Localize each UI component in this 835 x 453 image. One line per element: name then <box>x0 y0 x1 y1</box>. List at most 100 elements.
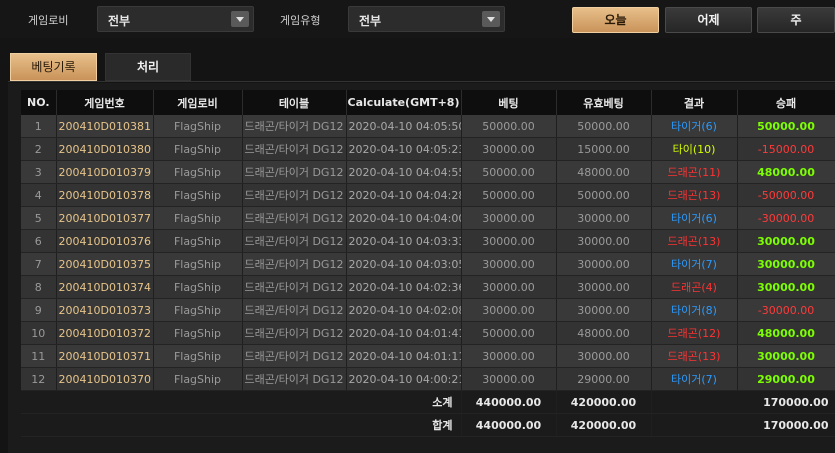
row-no: 3 <box>21 160 57 184</box>
subtotal-winloss: 170000.00 <box>651 390 835 414</box>
col-header-valid-bet: 유효베팅 <box>556 90 652 115</box>
row-time: 2020-04-10 04:05:50 <box>346 115 462 138</box>
row-table-name: 드래곤/타이거 DG12 <box>242 367 347 391</box>
row-valid-bet: 50000.00 <box>556 115 652 138</box>
row-winloss: 48000.00 <box>737 321 835 345</box>
subtotal-row: 소계 440000.00 420000.00 170000.00 <box>21 390 835 414</box>
row-lobby: FlagShip <box>153 344 243 368</box>
row-table-name: 드래곤/타이거 DG12 <box>242 252 347 276</box>
row-valid-bet: 15000.00 <box>556 137 652 161</box>
col-header-time: Calculate(GMT+8) <box>346 90 462 115</box>
row-game-id: 200410D010372 <box>56 321 154 345</box>
row-result: 타이거(7) <box>651 252 738 276</box>
table-row: 2 200410D010380 FlagShip 드래곤/타이거 DG12 2020-0… <box>21 137 835 161</box>
filter-bar: 게임로비 전부 게임유형 전부 오늘 어제 주 <box>0 0 835 38</box>
row-bet: 30000.00 <box>461 344 557 368</box>
row-table-name: 드래곤/타이거 DG12 <box>242 229 347 253</box>
row-lobby: FlagShip <box>153 206 243 230</box>
row-time: 2020-04-10 04:02:08 <box>346 298 462 322</box>
row-game-id: 200410D010376 <box>56 229 154 253</box>
row-time: 2020-04-10 04:03:05 <box>346 252 462 276</box>
tab-divider <box>8 81 835 82</box>
row-no: 10 <box>21 321 57 345</box>
row-time: 2020-04-10 04:04:28 <box>346 183 462 207</box>
row-game-id: 200410D010371 <box>56 344 154 368</box>
row-winloss: -15000.00 <box>737 137 835 161</box>
week-button[interactable]: 주 <box>757 7 835 33</box>
row-valid-bet: 50000.00 <box>556 183 652 207</box>
row-winloss: 29000.00 <box>737 367 835 391</box>
chevron-down-icon[interactable] <box>231 11 249 27</box>
subtotal-label: 소계 <box>21 390 462 414</box>
table-row: 3 200410D010379 FlagShip 드래곤/타이거 DG12 2020-0… <box>21 160 835 184</box>
row-no: 12 <box>21 367 57 391</box>
row-table-name: 드래곤/타이거 DG12 <box>242 344 347 368</box>
row-result: 드래곤(13) <box>651 183 738 207</box>
row-valid-bet: 30000.00 <box>556 275 652 299</box>
lobby-filter-label: 게임로비 <box>28 14 69 27</box>
row-result: 타이거(8) <box>651 298 738 322</box>
row-valid-bet: 30000.00 <box>556 344 652 368</box>
row-result: 드래곤(12) <box>651 321 738 345</box>
row-table-name: 드래곤/타이거 DG12 <box>242 298 347 322</box>
table-row: 10 200410D010372 FlagShip 드래곤/타이거 DG12 2020-… <box>21 321 835 345</box>
row-lobby: FlagShip <box>153 137 243 161</box>
yesterday-button[interactable]: 어제 <box>665 7 752 33</box>
row-game-id: 200410D010378 <box>56 183 154 207</box>
tab-processing[interactable]: 처리 <box>105 53 191 81</box>
table-row: 7 200410D010375 FlagShip 드래곤/타이거 DG12 2020-0… <box>21 252 835 276</box>
row-bet: 30000.00 <box>461 367 557 391</box>
row-game-id: 200410D010374 <box>56 275 154 299</box>
row-bet: 30000.00 <box>461 275 557 299</box>
row-time: 2020-04-10 04:00:21 <box>346 367 462 391</box>
row-winloss: -50000.00 <box>737 183 835 207</box>
col-header-table: 테이블 <box>242 90 347 115</box>
row-time: 2020-04-10 04:04:55 <box>346 160 462 184</box>
type-select[interactable]: 전부 <box>348 6 505 32</box>
total-winloss: 170000.00 <box>651 413 835 437</box>
row-lobby: FlagShip <box>153 252 243 276</box>
table-header-row: NO. 게임번호 게임로비 테이블 Calculate(GMT+8) 베팅 유효… <box>21 90 835 115</box>
row-bet: 50000.00 <box>461 160 557 184</box>
row-game-id: 200410D010380 <box>56 137 154 161</box>
col-header-result: 결과 <box>651 90 738 115</box>
row-game-id: 200410D010370 <box>56 367 154 391</box>
row-bet: 50000.00 <box>461 115 557 138</box>
row-valid-bet: 29000.00 <box>556 367 652 391</box>
subtotal-valid-bet: 420000.00 <box>556 390 652 414</box>
bet-history-table: NO. 게임번호 게임로비 테이블 Calculate(GMT+8) 베팅 유효… <box>21 90 835 437</box>
row-no: 4 <box>21 183 57 207</box>
row-time: 2020-04-10 04:04:00 <box>346 206 462 230</box>
tab-bet-history[interactable]: 베팅기록 <box>10 53 97 81</box>
row-no: 6 <box>21 229 57 253</box>
row-result: 타이거(6) <box>651 115 738 138</box>
row-result: 타이거(7) <box>651 367 738 391</box>
row-bet: 50000.00 <box>461 321 557 345</box>
row-winloss: -30000.00 <box>737 298 835 322</box>
row-game-id: 200410D010377 <box>56 206 154 230</box>
today-button[interactable]: 오늘 <box>572 7 659 33</box>
row-time: 2020-04-10 04:01:11 <box>346 344 462 368</box>
table-row: 5 200410D010377 FlagShip 드래곤/타이거 DG12 2020-0… <box>21 206 835 230</box>
row-bet: 30000.00 <box>461 229 557 253</box>
row-winloss: 30000.00 <box>737 344 835 368</box>
row-no: 8 <box>21 275 57 299</box>
row-game-id: 200410D010381 <box>56 115 154 138</box>
chevron-down-icon[interactable] <box>482 11 500 27</box>
row-lobby: FlagShip <box>153 183 243 207</box>
lobby-select[interactable]: 전부 <box>97 6 254 32</box>
total-bet: 440000.00 <box>461 413 557 437</box>
row-valid-bet: 30000.00 <box>556 252 652 276</box>
row-game-id: 200410D010375 <box>56 252 154 276</box>
total-row: 합계 440000.00 420000.00 170000.00 <box>21 413 835 437</box>
row-winloss: 50000.00 <box>737 115 835 138</box>
table-row: 9 200410D010373 FlagShip 드래곤/타이거 DG12 2020-0… <box>21 298 835 322</box>
row-lobby: FlagShip <box>153 160 243 184</box>
bet-history-panel: NO. 게임번호 게임로비 테이블 Calculate(GMT+8) 베팅 유효… <box>8 83 835 453</box>
total-label: 합계 <box>21 413 462 437</box>
row-table-name: 드래곤/타이거 DG12 <box>242 183 347 207</box>
col-header-winloss: 승패 <box>737 90 835 115</box>
table-row: 1 200410D010381 FlagShip 드래곤/타이거 DG12 2020-0… <box>21 115 835 138</box>
col-header-lobby: 게임로비 <box>153 90 243 115</box>
row-lobby: FlagShip <box>153 115 243 138</box>
